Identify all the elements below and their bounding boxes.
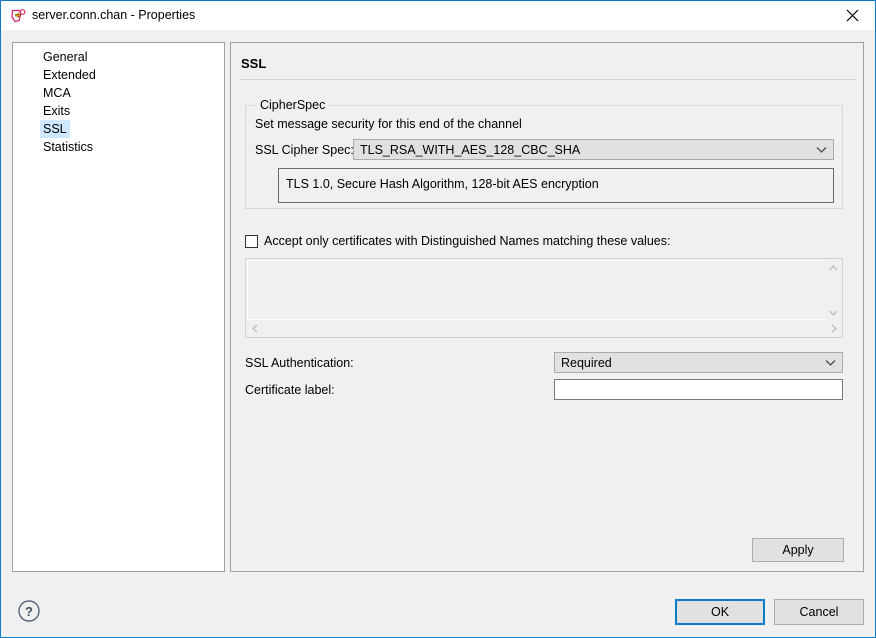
ssl-cipher-spec-value: TLS_RSA_WITH_AES_128_CBC_SHA	[360, 142, 581, 157]
certificate-label-input[interactable]	[554, 379, 843, 400]
cipherspec-description: Set message security for this end of the…	[255, 117, 522, 131]
distinguished-names-vertical-scrollbar[interactable]	[825, 259, 842, 321]
apply-button[interactable]: Apply	[752, 538, 844, 562]
close-icon[interactable]	[830, 1, 875, 30]
sidebar-item-extended[interactable]: Extended	[13, 66, 224, 84]
ok-button[interactable]: OK	[675, 599, 765, 625]
page-title: SSL	[241, 56, 267, 71]
sidebar-item-label: General	[43, 50, 88, 64]
channel-properties-icon	[10, 8, 27, 24]
chevron-down-icon	[818, 359, 842, 366]
chevron-down-icon[interactable]	[825, 304, 842, 321]
window-title: server.conn.chan - Properties	[32, 8, 196, 22]
cipher-spec-description-text: TLS 1.0, Secure Hash Algorithm, 128-bit …	[286, 177, 599, 191]
sidebar-item-general[interactable]: General	[13, 48, 224, 66]
sidebar-item-mca[interactable]: MCA	[13, 84, 224, 102]
ssl-authentication-dropdown[interactable]: Required	[554, 352, 843, 373]
ssl-authentication-value: Required	[561, 355, 612, 370]
svg-text:?: ?	[25, 604, 33, 619]
cipherspec-groupbox: CipherSpec Set message security for this…	[245, 98, 843, 209]
properties-dialog-window: server.conn.chan - Properties General Ex…	[0, 0, 876, 638]
title-separator	[240, 79, 856, 80]
distinguished-names-horizontal-scrollbar[interactable]	[246, 320, 842, 337]
ssl-settings-panel: SSL CipherSpec Set message security for …	[230, 42, 864, 572]
help-circle-icon[interactable]: ?	[17, 599, 41, 623]
chevron-left-icon[interactable]	[246, 320, 263, 337]
chevron-up-icon[interactable]	[825, 259, 842, 276]
sidebar-item-statistics[interactable]: Statistics	[13, 138, 224, 156]
chevron-down-icon	[809, 146, 833, 153]
title-bar: server.conn.chan - Properties	[1, 1, 875, 31]
navigation-tree-panel: General Extended MCA Exits SSL Statistic…	[12, 42, 225, 572]
cancel-button[interactable]: Cancel	[774, 599, 864, 625]
distinguished-names-checkbox[interactable]	[245, 234, 258, 248]
distinguished-names-checkbox-label: Accept only certificates with Distinguis…	[264, 234, 671, 248]
sidebar-item-label: Extended	[43, 68, 96, 82]
distinguished-names-list	[245, 258, 843, 338]
cipher-spec-description-box: TLS 1.0, Secure Hash Algorithm, 128-bit …	[278, 168, 834, 203]
navigation-tree-list: General Extended MCA Exits SSL Statistic…	[13, 43, 224, 156]
ssl-authentication-label: SSL Authentication:	[245, 356, 354, 370]
cipherspec-legend: CipherSpec	[256, 98, 330, 112]
sidebar-item-ssl[interactable]: SSL	[13, 120, 224, 138]
sidebar-item-label: Statistics	[43, 140, 94, 154]
sidebar-item-exits[interactable]: Exits	[13, 102, 224, 120]
sidebar-item-label: MCA	[43, 86, 71, 100]
distinguished-names-checkbox-row[interactable]: Accept only certificates with Distinguis…	[245, 234, 670, 248]
sidebar-item-label: SSL	[40, 120, 70, 138]
ssl-cipher-spec-dropdown[interactable]: TLS_RSA_WITH_AES_128_CBC_SHA	[353, 139, 834, 160]
certificate-label-label: Certificate label:	[245, 383, 335, 397]
chevron-right-icon[interactable]	[825, 320, 842, 337]
ssl-cipher-spec-label: SSL Cipher Spec:	[255, 143, 354, 157]
sidebar-item-label: Exits	[43, 104, 71, 118]
distinguished-names-list-client	[247, 260, 826, 320]
